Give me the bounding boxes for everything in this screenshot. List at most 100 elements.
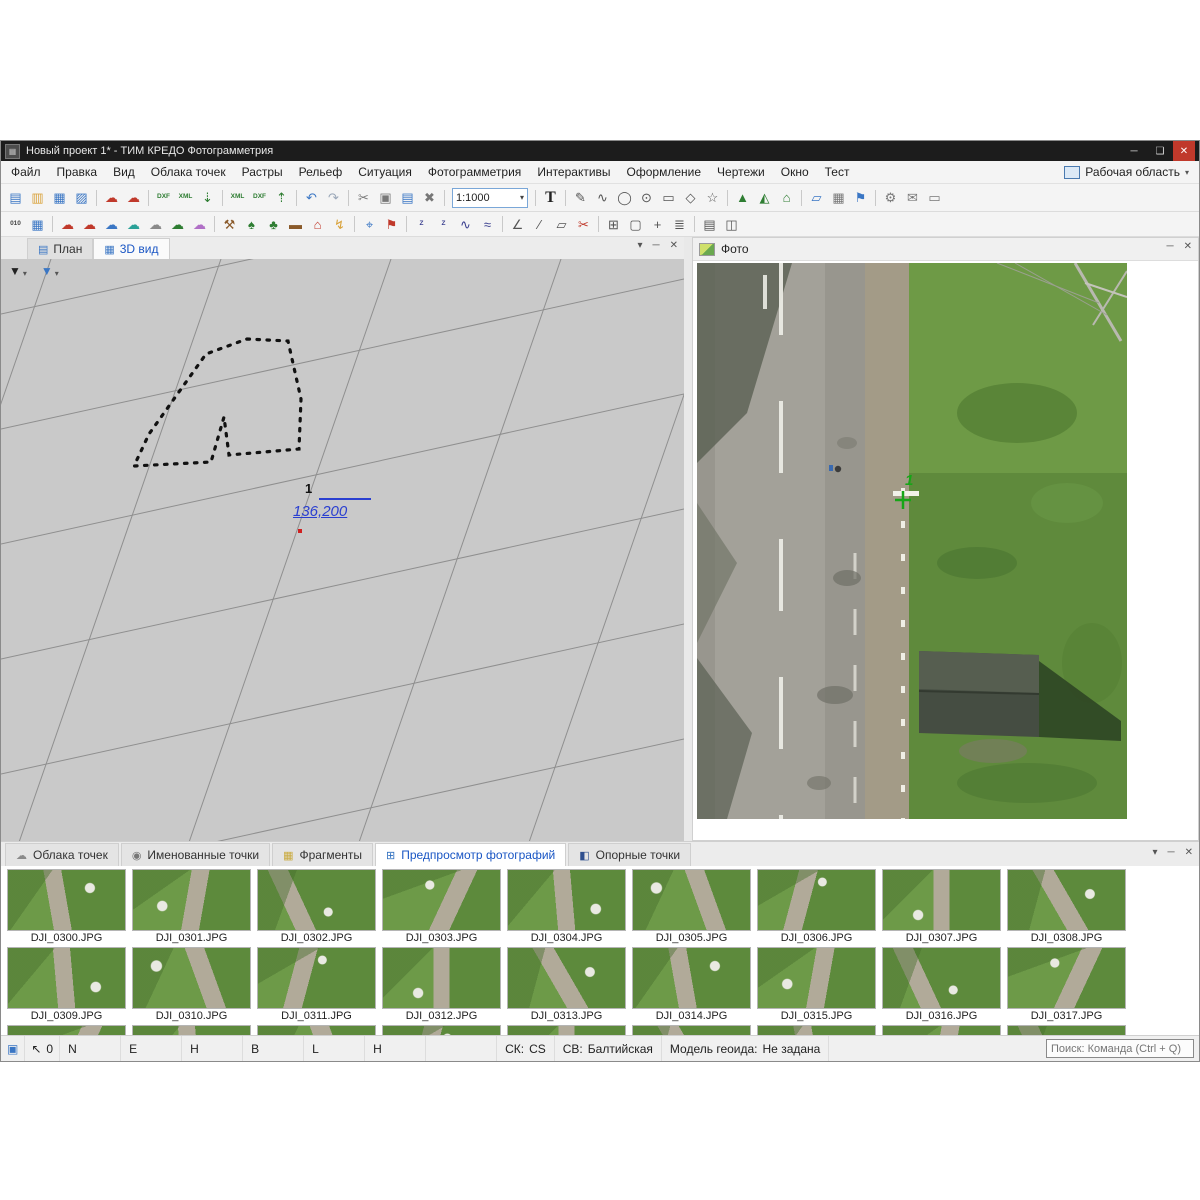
thumbnail-image[interactable]: [132, 947, 251, 1009]
import-point-cloud-icon[interactable]: ☁: [101, 188, 122, 208]
save-project-icon[interactable]: ▦: [49, 188, 70, 208]
cloud-classify-icon[interactable]: ☁: [101, 214, 122, 234]
ellipse-tool-icon[interactable]: ⊙: [636, 188, 657, 208]
pane-collapse-icon[interactable]: ▾: [637, 240, 642, 251]
display-filter-icon[interactable]: ▼▾: [41, 264, 59, 278]
thumbnail-item[interactable]: [757, 1025, 876, 1035]
close-project-icon[interactable]: ▨: [71, 188, 92, 208]
landscape-icon[interactable]: ◭: [754, 188, 775, 208]
ground-surface-icon[interactable]: ▬: [285, 214, 306, 234]
thumbnail-item[interactable]: DJI_0311.JPG: [257, 947, 376, 1023]
thumbnail-item[interactable]: DJI_0306.JPG: [757, 869, 876, 945]
thumbnail-image[interactable]: [7, 947, 126, 1009]
circle-tool-icon[interactable]: ◯: [614, 188, 635, 208]
export-dxf-icon[interactable]: DXF: [153, 188, 174, 208]
copy-icon[interactable]: ▣: [375, 188, 396, 208]
thumbnail-image[interactable]: [382, 1025, 501, 1035]
pane-minimize-icon[interactable]: ─: [653, 240, 660, 251]
bottom-tab[interactable]: ◧Опорные точки: [568, 843, 691, 866]
menu-item[interactable]: Вид: [105, 161, 143, 183]
point-filter-icon[interactable]: ▼▾: [9, 264, 27, 278]
polygon-tool-icon[interactable]: ◇: [680, 188, 701, 208]
thumbnail-item[interactable]: DJI_0303.JPG: [382, 869, 501, 945]
view-tab-active[interactable]: ▦3D вид: [93, 238, 169, 259]
save-cloud-icon[interactable]: ▦: [27, 214, 48, 234]
ortho-grid-icon[interactable]: ⊞: [603, 214, 624, 234]
maximize-button[interactable]: ❑: [1147, 141, 1173, 161]
select-rect-icon[interactable]: ▢: [625, 214, 646, 234]
thumbnail-image[interactable]: [257, 1025, 376, 1035]
vegetation-icon[interactable]: ♠: [241, 214, 262, 234]
thumbnail-item[interactable]: [257, 1025, 376, 1035]
relief-icon[interactable]: ▲: [732, 188, 753, 208]
thumbnail-item[interactable]: DJI_0313.JPG: [507, 947, 626, 1023]
erase-tool-icon[interactable]: ✂: [573, 214, 594, 234]
thumbnail-image[interactable]: [7, 1025, 126, 1035]
thumbnail-item[interactable]: [882, 1025, 1001, 1035]
power-line-icon[interactable]: ↯: [329, 214, 350, 234]
situation-icon[interactable]: ⌂: [776, 188, 797, 208]
cloud-cut-icon[interactable]: ☁: [57, 214, 78, 234]
measure-area-icon[interactable]: ▱: [551, 214, 572, 234]
thumbnail-item[interactable]: [507, 1025, 626, 1035]
thumbnail-item[interactable]: DJI_0304.JPG: [507, 869, 626, 945]
rectangle-tool-icon[interactable]: ▭: [658, 188, 679, 208]
chart-icon[interactable]: ◫: [721, 214, 742, 234]
profile-tool-icon[interactable]: Z: [411, 214, 432, 234]
thumbnail-image[interactable]: [757, 869, 876, 931]
thumbnail-item[interactable]: DJI_0317.JPG: [1007, 947, 1126, 1023]
bottom-tab[interactable]: ⊞Предпросмотр фотографий: [375, 843, 566, 866]
thumbnail-image[interactable]: [507, 869, 626, 931]
thumbnail-image[interactable]: [882, 1025, 1001, 1035]
thumbnail-item[interactable]: DJI_0308.JPG: [1007, 869, 1126, 945]
import-dxf-icon[interactable]: DXF: [249, 188, 270, 208]
thumbnail-image[interactable]: [632, 947, 751, 1009]
thumbnail-image[interactable]: [757, 1025, 876, 1035]
thumbnail-image[interactable]: [757, 947, 876, 1009]
menu-item[interactable]: Чертежи: [709, 161, 773, 183]
photo-minimize-icon[interactable]: ─: [1167, 241, 1174, 252]
marker-flag-icon[interactable]: ⚑: [381, 214, 402, 234]
minimize-button[interactable]: ─: [1121, 141, 1147, 161]
menu-item[interactable]: Растры: [234, 161, 291, 183]
smooth-line-icon[interactable]: ≈: [477, 214, 498, 234]
workspace-switcher[interactable]: Рабочая область ▾: [1064, 165, 1197, 179]
bottom-tab[interactable]: ◉Именованные точки: [121, 843, 270, 866]
menu-item[interactable]: Ситуация: [350, 161, 420, 183]
bottom-close-icon[interactable]: ✕: [1185, 847, 1193, 858]
flag-icon[interactable]: ⚑: [850, 188, 871, 208]
menu-item[interactable]: Оформление: [619, 161, 709, 183]
thumbnail-image[interactable]: [382, 947, 501, 1009]
command-search-input[interactable]: [1046, 1039, 1194, 1058]
menu-item[interactable]: Правка: [49, 161, 106, 183]
open-project-icon[interactable]: ▥: [27, 188, 48, 208]
region-icon[interactable]: ▱: [806, 188, 827, 208]
menu-item[interactable]: Рельеф: [291, 161, 351, 183]
import-points-icon[interactable]: ⇣: [197, 188, 218, 208]
menu-item[interactable]: Фотограмметрия: [420, 161, 529, 183]
delete-icon[interactable]: ✖: [419, 188, 440, 208]
section-line-icon[interactable]: ∿: [455, 214, 476, 234]
menu-item[interactable]: Тест: [817, 161, 858, 183]
thumbnail-item[interactable]: DJI_0314.JPG: [632, 947, 751, 1023]
monitor-icon[interactable]: ▭: [924, 188, 945, 208]
thumbnail-item[interactable]: [632, 1025, 751, 1035]
thumbnail-item[interactable]: [382, 1025, 501, 1035]
thumbnail-image[interactable]: [132, 1025, 251, 1035]
message-icon[interactable]: ✉: [902, 188, 923, 208]
thumbnail-image[interactable]: [507, 1025, 626, 1035]
trees-icon[interactable]: ♣: [263, 214, 284, 234]
thumbnail-item[interactable]: DJI_0307.JPG: [882, 869, 1001, 945]
thumbnail-image[interactable]: [257, 947, 376, 1009]
thumbnail-item[interactable]: DJI_0316.JPG: [882, 947, 1001, 1023]
star-tool-icon[interactable]: ☆: [702, 188, 723, 208]
import-raster-icon[interactable]: ⇡: [271, 188, 292, 208]
view-tab-inactive[interactable]: ▤План: [27, 238, 93, 259]
list-tool-icon[interactable]: ≣: [669, 214, 690, 234]
cloud-filter-icon[interactable]: ☁: [189, 214, 210, 234]
thumbnail-image[interactable]: [257, 869, 376, 931]
thumbnail-item[interactable]: [132, 1025, 251, 1035]
aerial-photo[interactable]: 1: [697, 263, 1127, 819]
thumbnail-item[interactable]: [7, 1025, 126, 1035]
thumbnail-item[interactable]: [1007, 1025, 1126, 1035]
